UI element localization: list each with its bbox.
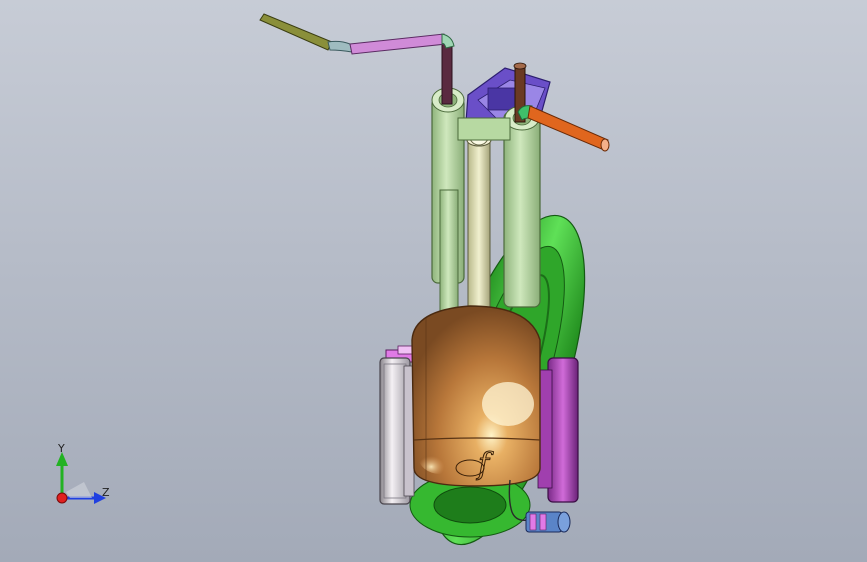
cad-model-view[interactable]: f Y Z: [0, 0, 867, 562]
side-drum-right[interactable]: [537, 357, 579, 503]
handlebar-center[interactable]: [349, 33, 455, 55]
handlebar-riser-left[interactable]: [441, 43, 453, 105]
steering-stem[interactable]: [466, 128, 492, 316]
body-shell[interactable]: f: [411, 305, 541, 487]
triad-z-label: Z: [102, 486, 110, 499]
side-drum-left[interactable]: [379, 357, 415, 505]
battery-plug[interactable]: [525, 511, 571, 533]
handlebar-left[interactable]: [259, 13, 353, 53]
triad-y-label: Y: [57, 442, 65, 455]
graphics-viewport[interactable]: f Y Z: [0, 0, 867, 562]
coordinate-triad[interactable]: Y Z: [56, 442, 110, 504]
fork-crown[interactable]: [457, 117, 511, 141]
